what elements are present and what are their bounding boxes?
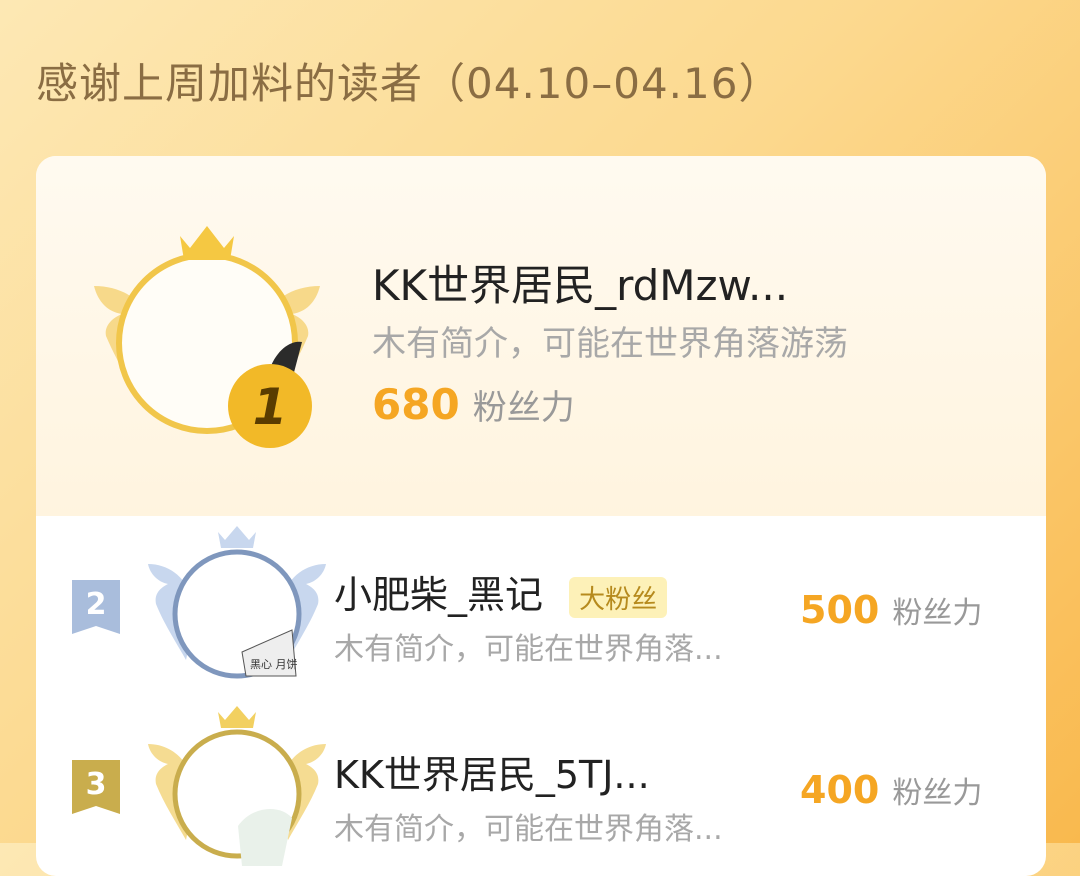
avatar-second-frame[interactable]: 黑心 月饼	[142, 526, 332, 696]
rank-flag-icon: 3	[72, 760, 120, 814]
row-3-bio: 木有简介，可能在世界角落...	[334, 812, 723, 847]
leaderboard-row-3[interactable]: 3 KK世界居民_5TJ... 木有简介，可能在世界角落... 400 粉丝力	[36, 696, 1046, 876]
row-2-score: 500 粉丝力	[800, 588, 982, 632]
first-place-score-value: 680	[372, 380, 460, 429]
leaderboard-card: 1 KK世界居民_rdMzw... 木有简介，可能在世界角落游荡 680 粉丝力…	[36, 156, 1046, 876]
leaderboard-first-place[interactable]: 1 KK世界居民_rdMzw... 木有简介，可能在世界角落游荡 680 粉丝力	[36, 156, 1046, 516]
row-2-name[interactable]: 小肥柴_黑记 大粉丝	[334, 564, 668, 619]
crown-icon	[218, 526, 256, 548]
leaderboard-row-2[interactable]: 2 黑心 月饼 小肥柴_黑记 大粉丝 木有简介，可能在世界角落... 500 粉…	[36, 516, 1046, 696]
avatar-caption: 黑心 月饼	[250, 657, 298, 671]
rank-number-2: 2	[86, 587, 107, 622]
row-3-name[interactable]: KK世界居民_5TJ...	[334, 744, 650, 799]
avatar-first-frame[interactable]: 1	[82, 218, 332, 448]
row-2-name-text[interactable]: 小肥柴_黑记	[334, 573, 543, 617]
row-2-score-unit: 粉丝力	[892, 596, 983, 631]
row-2-bio: 木有简介，可能在世界角落...	[334, 632, 723, 667]
status-badge: 大粉丝	[569, 577, 668, 618]
row-3-score-value: 400	[800, 768, 880, 812]
first-place-bio: 木有简介，可能在世界角落游荡	[372, 324, 848, 364]
row-3-score-unit: 粉丝力	[892, 776, 983, 811]
page-title: 感谢上周加料的读者（04.10–04.16）	[36, 59, 782, 108]
rank-number-3: 3	[86, 767, 107, 802]
avatar-third-frame[interactable]	[142, 706, 332, 876]
rank-flag-icon: 2	[72, 580, 120, 634]
first-place-score-unit: 粉丝力	[472, 388, 575, 428]
first-place-score: 680 粉丝力	[372, 380, 575, 429]
crown-icon	[218, 706, 256, 728]
rank-number-1: 1	[253, 378, 288, 436]
row-3-score: 400 粉丝力	[800, 768, 982, 812]
first-place-name[interactable]: KK世界居民_rdMzw...	[372, 252, 788, 313]
crown-icon	[180, 226, 234, 260]
row-2-score-value: 500	[800, 588, 880, 632]
